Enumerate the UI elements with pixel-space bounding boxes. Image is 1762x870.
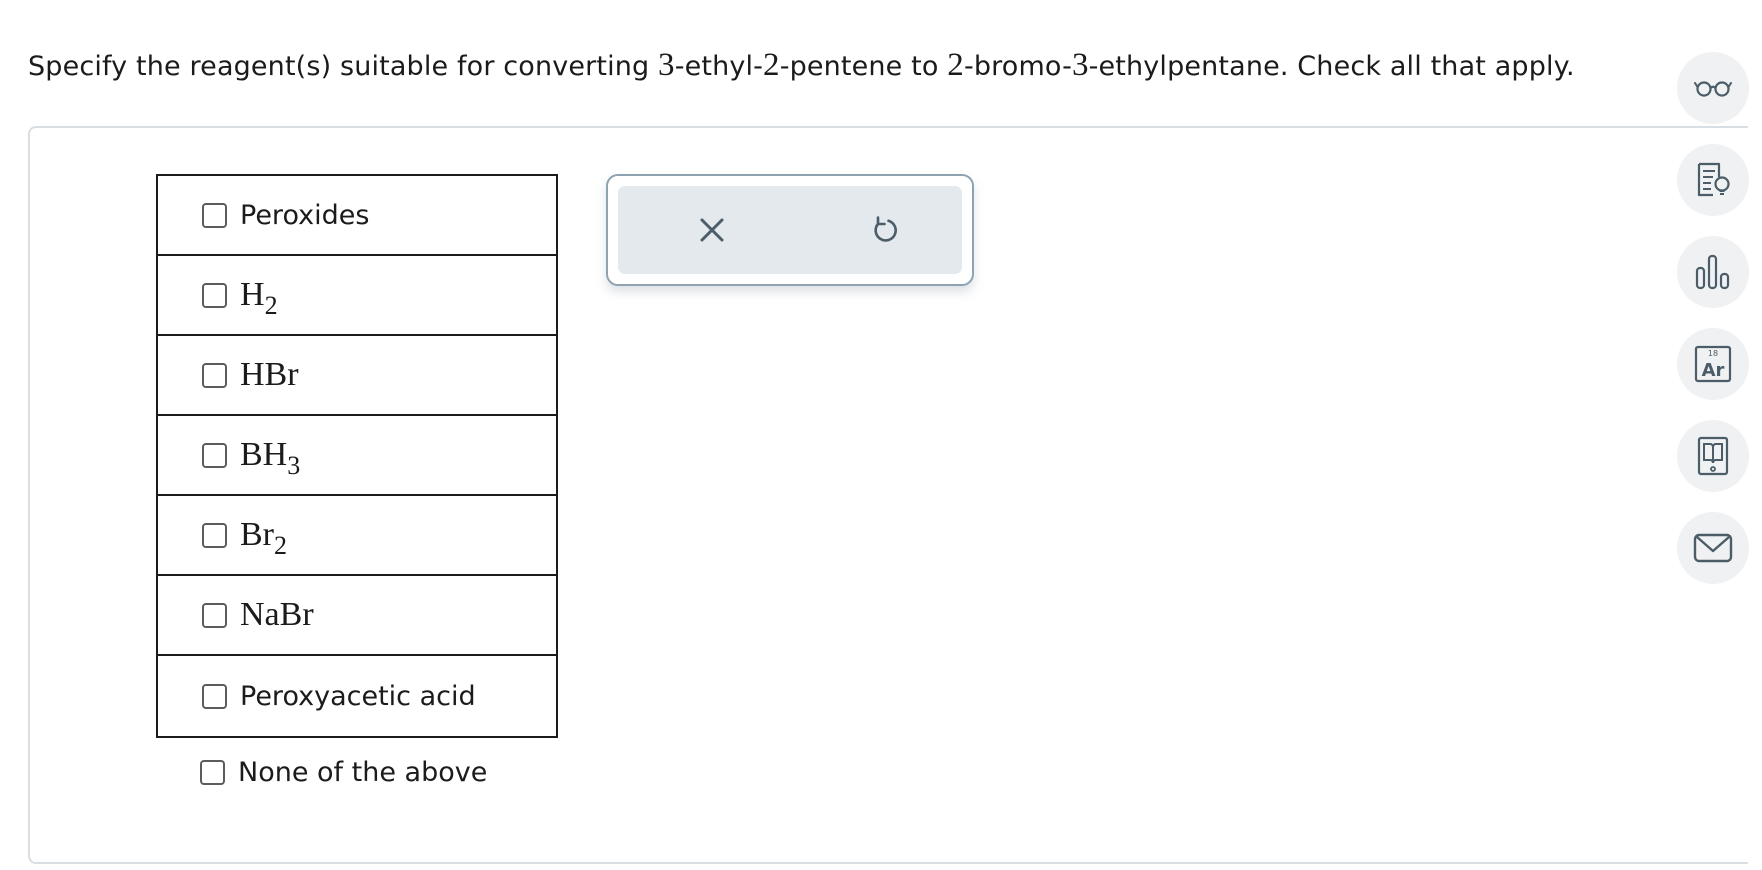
textbook-button[interactable] xyxy=(1677,420,1749,492)
option-nabr[interactable]: NaBr xyxy=(158,576,556,656)
question-text: -bromo- xyxy=(963,51,1072,82)
message-button[interactable] xyxy=(1677,512,1749,584)
option-label: HBr xyxy=(240,356,299,394)
option-bh3[interactable]: BH3 xyxy=(158,416,556,496)
question-number: 2 xyxy=(763,47,780,83)
option-none-of-the-above[interactable]: None of the above xyxy=(200,757,487,788)
formula-base: Br xyxy=(240,516,274,553)
option-br2[interactable]: Br2 xyxy=(158,496,556,576)
formula-base: H xyxy=(240,276,265,313)
checkbox[interactable] xyxy=(202,522,227,548)
formula-base: HBr xyxy=(240,356,299,393)
checkbox[interactable] xyxy=(200,760,225,785)
checkbox[interactable] xyxy=(202,602,227,628)
textbook-icon xyxy=(1697,436,1729,476)
chart-icon xyxy=(1695,254,1730,290)
glasses-icon xyxy=(1694,81,1732,97)
checkbox[interactable] xyxy=(202,202,227,228)
option-peroxides[interactable]: Peroxides xyxy=(158,176,556,256)
question-number: 3 xyxy=(1071,47,1089,83)
periodic-table-button[interactable]: 18 Ar xyxy=(1677,328,1749,400)
question-number: 2 xyxy=(947,47,964,83)
formula-subscript: 3 xyxy=(287,451,301,480)
hint-button[interactable] xyxy=(1677,144,1749,216)
clear-button[interactable] xyxy=(690,208,734,252)
question-text: -ethyl- xyxy=(674,51,764,82)
option-hbr[interactable]: HBr xyxy=(158,336,556,416)
checkbox[interactable] xyxy=(202,683,227,709)
formula-base: BH xyxy=(240,436,288,473)
mail-icon xyxy=(1693,533,1733,563)
undo-button[interactable] xyxy=(862,208,906,252)
close-icon xyxy=(700,218,724,242)
question-prompt: Specify the reagent(s) suitable for conv… xyxy=(28,44,1575,88)
option-label: Br2 xyxy=(240,516,287,559)
answer-actions xyxy=(606,174,974,286)
options-table: Peroxides H2 HBr BH3 Br2 NaBr Peroxyacet… xyxy=(156,174,558,738)
option-label: H2 xyxy=(240,276,278,319)
page: Specify the reagent(s) suitable for conv… xyxy=(0,0,1762,870)
option-label: Peroxides xyxy=(240,199,370,231)
periodic-symbol: Ar xyxy=(1702,360,1725,381)
option-label: None of the above xyxy=(238,757,488,788)
checkbox[interactable] xyxy=(202,362,227,388)
option-h2[interactable]: H2 xyxy=(158,256,556,336)
question-text: -ethylpentane. Check all that apply. xyxy=(1088,51,1575,82)
data-button[interactable] xyxy=(1677,236,1749,308)
undo-icon xyxy=(874,216,897,242)
formula-base: NaBr xyxy=(240,596,314,633)
reading-mode-button[interactable] xyxy=(1677,52,1749,124)
hint-icon xyxy=(1697,162,1730,197)
question-number: 3 xyxy=(658,47,675,83)
question-text: Specify the reagent(s) suitable for conv… xyxy=(28,51,659,82)
checkbox[interactable] xyxy=(202,442,227,468)
formula-subscript: 2 xyxy=(274,531,287,560)
periodic-number: 18 xyxy=(1708,349,1718,358)
option-peroxyacetic-acid[interactable]: Peroxyacetic acid xyxy=(158,656,556,736)
checkbox[interactable] xyxy=(202,282,227,308)
question-text: -pentene to xyxy=(779,51,948,82)
periodic-table-icon: 18 Ar xyxy=(1694,345,1732,383)
option-label: BH3 xyxy=(240,436,300,479)
option-label: Peroxyacetic acid xyxy=(240,680,476,712)
formula-subscript: 2 xyxy=(264,291,278,320)
option-label: NaBr xyxy=(240,596,314,634)
action-bar xyxy=(618,186,962,274)
